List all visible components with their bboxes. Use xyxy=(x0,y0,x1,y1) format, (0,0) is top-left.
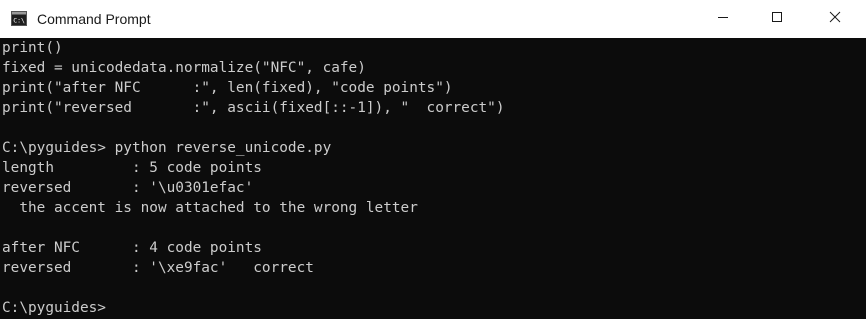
console-line: C:\pyguides> python reverse_unicode.py xyxy=(2,140,332,156)
console-output[interactable]: print() fixed = unicodedata.normalize("N… xyxy=(0,38,866,319)
console-line: reversed : '\xe9fac' correct xyxy=(2,260,314,276)
close-icon xyxy=(829,10,841,28)
console-line: the accent is now attached to the wrong … xyxy=(2,200,418,216)
maximize-icon xyxy=(771,10,783,28)
console-prompt[interactable]: C:\pyguides> xyxy=(2,298,866,318)
title-bar[interactable]: C:\ Command Prompt xyxy=(0,0,866,38)
console-line: reversed : '\u0301efac' xyxy=(2,180,254,196)
console-line: print("reversed :", ascii(fixed[::-1]), … xyxy=(2,100,505,116)
console-line: print("after NFC :", len(fixed), "code p… xyxy=(2,80,453,96)
close-button[interactable] xyxy=(812,0,858,38)
console-line: length : 5 code points xyxy=(2,160,262,176)
console-line: print() xyxy=(2,40,63,56)
cmd-icon: C:\ xyxy=(11,11,27,26)
command-prompt-window: C:\ Command Prompt print() fixed = unico… xyxy=(0,0,866,319)
minimize-button[interactable] xyxy=(700,0,746,38)
minimize-icon xyxy=(717,10,729,28)
svg-text:C:\: C:\ xyxy=(13,17,25,25)
maximize-button[interactable] xyxy=(754,0,800,38)
window-title: Command Prompt xyxy=(37,11,151,27)
console-line: fixed = unicodedata.normalize("NFC", caf… xyxy=(2,60,366,76)
console-line: after NFC : 4 code points xyxy=(2,240,262,256)
